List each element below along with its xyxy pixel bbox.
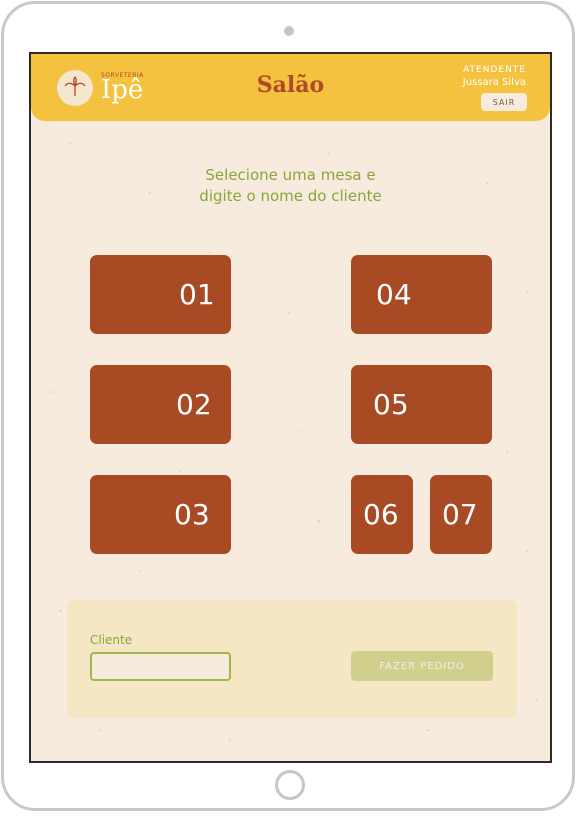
- instruction-line-2: digite o nome do cliente: [199, 187, 382, 205]
- camera-dot: [284, 26, 294, 36]
- table-button-01[interactable]: 01: [90, 255, 231, 334]
- table-button-04[interactable]: 04: [351, 255, 492, 334]
- app-header: SORVETERIA Ipê Salão ATENDENTE Jussara S…: [31, 54, 550, 121]
- table-button-02[interactable]: 02: [90, 365, 231, 444]
- place-order-button[interactable]: FAZER PEDIDO: [351, 651, 493, 681]
- order-panel: Cliente FAZER PEDIDO: [67, 600, 517, 718]
- attendant-name: Jussara Silva: [462, 77, 526, 88]
- home-button[interactable]: [275, 770, 305, 800]
- instruction-line-1: Selecione uma mesa e: [205, 166, 376, 184]
- client-label: Cliente: [90, 633, 133, 647]
- instruction-text: Selecione uma mesa e digite o nome do cl…: [31, 165, 550, 207]
- logout-button[interactable]: SAIR: [481, 93, 527, 111]
- table-button-05[interactable]: 05: [351, 365, 492, 444]
- table-button-07[interactable]: 07: [430, 475, 492, 554]
- table-button-06[interactable]: 06: [351, 475, 413, 554]
- client-name-input[interactable]: [90, 652, 231, 681]
- attendant-label: ATENDENTE: [463, 65, 526, 75]
- table-button-03[interactable]: 03: [90, 475, 231, 554]
- app-screen: SORVETERIA Ipê Salão ATENDENTE Jussara S…: [29, 52, 552, 763]
